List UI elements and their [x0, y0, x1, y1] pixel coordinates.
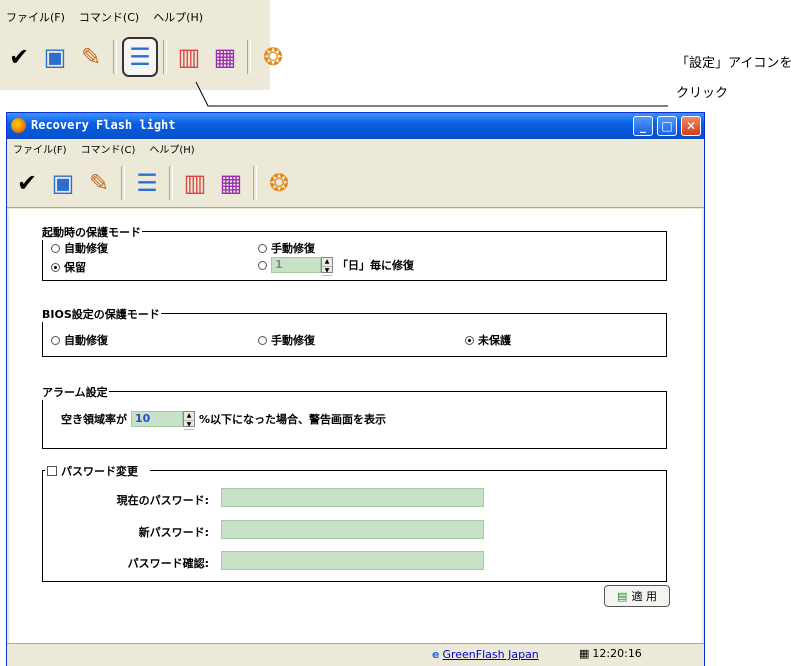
bios-manual-radio[interactable]: 手動修復	[258, 332, 315, 348]
confirm-password-label: パスワード確認:	[127, 557, 209, 570]
bios-unprotected-label: 未保護	[478, 334, 511, 347]
menu-command[interactable]: コマンド(C)	[81, 141, 136, 156]
apply-icon: ▤	[617, 589, 628, 603]
startup-manual-label: 手動修復	[271, 242, 315, 255]
bios-mode-title: BIOS設定の保護モード	[41, 306, 161, 322]
status-time: 12:20:16	[592, 647, 642, 660]
bios-unprotected-radio[interactable]: 未保護	[465, 332, 511, 348]
days-input[interactable]: 1	[271, 257, 321, 273]
alarm-spinner[interactable]: ▲ ▼	[183, 411, 195, 430]
close-button[interactable]: ✕	[681, 116, 701, 136]
menu-bar: ファイル(F) コマンド(C) ヘルプ(H)	[7, 139, 704, 157]
annotation-text-line1: 「設定」アイコンを	[676, 56, 793, 71]
status-bar: e GreenFlash Japan ▦ 12:20:16	[7, 643, 704, 666]
days-suffix-label: 「日」毎に修復	[337, 259, 414, 272]
app-window: Recovery Flash light _ □ ✕ ファイル(F) コマンド(…	[6, 112, 705, 666]
password-title: パスワード変更	[61, 465, 138, 478]
info-icon[interactable]: ❂	[262, 166, 296, 200]
startup-hold-radio[interactable]: 保留	[51, 259, 86, 275]
bios-auto-label: 自動修復	[64, 334, 108, 347]
new-password-label: 新パスワード:	[138, 526, 209, 539]
alarm-prefix-label: 空き領域率が	[61, 413, 127, 426]
protect-icon[interactable]: ✔	[10, 166, 44, 200]
startup-hold-label: 保留	[64, 261, 86, 274]
apply-label: 適 用	[631, 590, 657, 603]
startup-auto-label: 自動修復	[64, 242, 108, 255]
startup-manual-radio[interactable]: 手動修復	[258, 240, 315, 256]
settings-panel: 起動時の保護モード 自動修復 手動修復 保留 1 ▲ ▼ 「日」毎に修復 BIOS…	[9, 209, 702, 643]
current-password-label: 現在のパスワード:	[116, 494, 209, 507]
menu-help[interactable]: ヘルプ(H)	[149, 141, 194, 156]
alarm-suffix-label: %以下になった場合、警告画面を表示	[199, 413, 387, 426]
startup-auto-radio[interactable]: 自動修復	[51, 240, 108, 256]
toolbar-separator	[169, 165, 173, 200]
menu-file[interactable]: ファイル(F)	[13, 141, 67, 156]
window-title: Recovery Flash light	[31, 118, 176, 132]
edit-icon[interactable]: ✎	[82, 166, 116, 200]
status-time-area: ▦ 12:20:16	[579, 647, 642, 660]
toolbar: ✔ ▣ ✎ ☰ ▥ ▦ ❂	[7, 158, 704, 208]
maximize-button[interactable]: □	[657, 116, 677, 136]
minimize-button[interactable]: _	[633, 116, 653, 136]
toolbar-separator	[121, 165, 125, 200]
greenflash-link[interactable]: GreenFlash Japan	[442, 648, 538, 661]
ie-icon: e	[432, 648, 440, 661]
bios-auto-radio[interactable]: 自動修復	[51, 332, 108, 348]
tools-icon[interactable]: ▦	[214, 166, 248, 200]
toolbar-separator	[253, 165, 257, 200]
clock-icon: ▦	[579, 647, 590, 660]
startup-days-radio[interactable]: 1 ▲ ▼ 「日」毎に修復	[258, 257, 414, 276]
confirm-password-field[interactable]	[221, 551, 484, 570]
status-link-area: e GreenFlash Japan	[432, 647, 539, 662]
password-title-row: パスワード変更	[45, 463, 150, 479]
settings-icon[interactable]: ☰	[130, 166, 164, 200]
password-change-checkbox[interactable]	[47, 466, 57, 476]
report-icon[interactable]: ▥	[178, 166, 212, 200]
title-bar[interactable]: Recovery Flash light _ □ ✕	[7, 113, 704, 139]
annotation-text-line2: クリック	[676, 86, 729, 101]
bios-manual-label: 手動修復	[271, 334, 315, 347]
days-spinner[interactable]: ▲ ▼	[321, 257, 333, 276]
alarm-threshold-input[interactable]: 10	[131, 411, 183, 427]
startup-mode-title: 起動時の保護モード	[41, 224, 142, 240]
current-password-field[interactable]	[221, 488, 484, 507]
alarm-row: 空き領域率が 10 ▲ ▼ %以下になった場合、警告画面を表示	[61, 411, 387, 430]
apply-button[interactable]: ▤ 適 用	[604, 585, 670, 607]
new-password-field[interactable]	[221, 520, 484, 539]
alarm-title: アラーム設定	[41, 384, 109, 400]
app-icon	[11, 118, 26, 133]
restore-icon[interactable]: ▣	[46, 166, 80, 200]
